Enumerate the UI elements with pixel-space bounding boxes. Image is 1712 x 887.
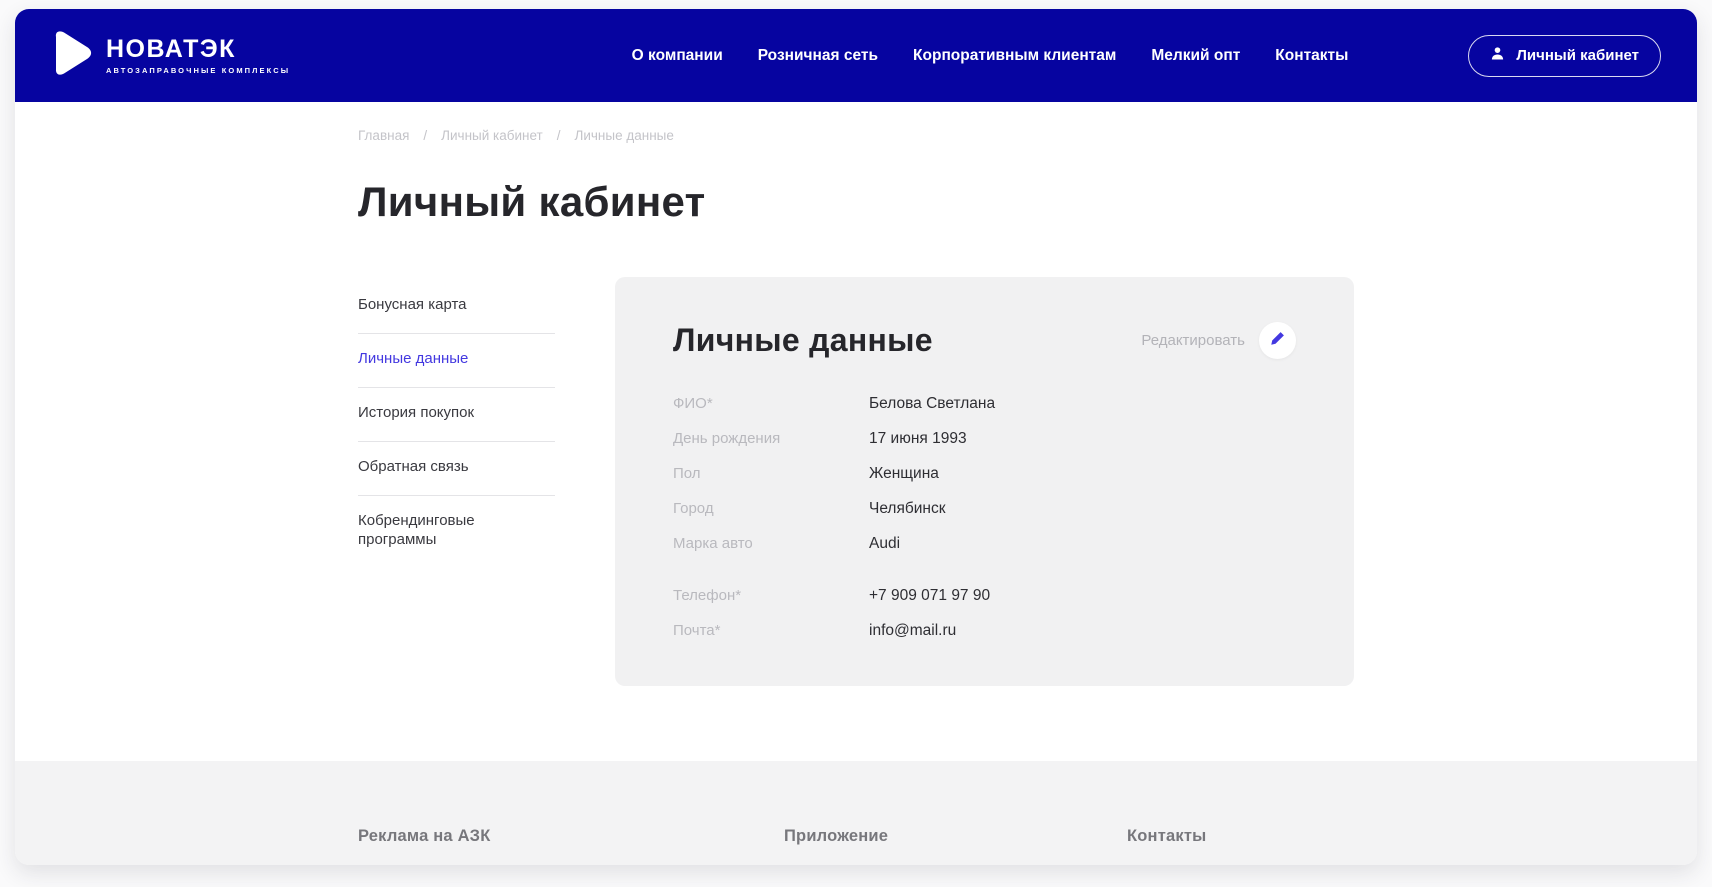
page-title: Личный кабинет xyxy=(358,179,1697,225)
novatek-flame-icon xyxy=(49,28,93,83)
footer-heading: Реклама на АЗК xyxy=(358,827,509,846)
main-content: Главная / Личный кабинет / Личные данные… xyxy=(15,102,1697,761)
main-nav: О компании Розничная сеть Корпоративным … xyxy=(632,47,1349,65)
sidebar-item-purchase-history[interactable]: История покупок xyxy=(358,388,555,442)
breadcrumb-account[interactable]: Личный кабинет xyxy=(441,128,543,143)
field-row-phone: Телефон* +7 909 071 97 90 xyxy=(673,578,1296,613)
field-value: Женщина xyxy=(869,465,939,483)
logo[interactable]: НОВАТЭК АВТОЗАПРАВОЧНЫЕ КОМПЛЕКСЫ xyxy=(49,28,290,83)
logo-title: НОВАТЭК xyxy=(106,37,290,62)
footer-col-contacts: Контакты 8 800 200 12 00 xyxy=(1127,827,1351,865)
breadcrumb-separator: / xyxy=(423,128,427,143)
nav-item-about[interactable]: О компании xyxy=(632,47,723,65)
account-button-label: Личный кабинет xyxy=(1516,47,1639,64)
nav-item-corporate-clients[interactable]: Корпоративным клиентам xyxy=(913,47,1116,65)
field-value: info@mail.ru xyxy=(869,622,956,640)
breadcrumb-current: Личные данные xyxy=(575,128,674,143)
field-row-fio: ФИО* Белова Светлана xyxy=(673,386,1296,421)
footer-col-advertising: Реклама на АЗК Челябинская область xyxy=(358,827,509,865)
field-value: Челябинск xyxy=(869,500,946,518)
fields-group-gap xyxy=(673,561,1296,578)
field-label: Телефон* xyxy=(673,587,869,604)
field-label: Почта* xyxy=(673,622,869,639)
logo-subtitle: АВТОЗАПРАВОЧНЫЕ КОМПЛЕКСЫ xyxy=(106,66,290,75)
pencil-icon xyxy=(1270,331,1285,351)
field-label: ФИО* xyxy=(673,395,869,412)
breadcrumb-home[interactable]: Главная xyxy=(358,128,409,143)
footer-heading: Контакты xyxy=(1127,827,1351,846)
content-row: Бонусная карта Личные данные История пок… xyxy=(358,277,1697,686)
edit-control[interactable]: Редактировать xyxy=(1141,322,1296,359)
breadcrumb: Главная / Личный кабинет / Личные данные xyxy=(358,128,1697,143)
footer-heading: Приложение xyxy=(784,827,947,846)
field-value: Белова Светлана xyxy=(869,395,995,413)
sidebar-item-feedback[interactable]: Обратная связь xyxy=(358,442,555,496)
nav-item-small-wholesale[interactable]: Мелкий опт xyxy=(1151,47,1240,65)
field-label: Город xyxy=(673,500,869,517)
field-label: Марка авто xyxy=(673,535,869,552)
sidebar-item-cobranding-programs[interactable]: Кобрендинговые программы xyxy=(358,496,555,568)
footer: Реклама на АЗК Челябинская область Прило… xyxy=(15,761,1697,865)
field-row-birthday: День рождения 17 июня 1993 xyxy=(673,421,1296,456)
edit-button[interactable] xyxy=(1259,322,1296,359)
top-navbar: НОВАТЭК АВТОЗАПРАВОЧНЫЕ КОМПЛЕКСЫ О комп… xyxy=(15,9,1697,102)
field-row-gender: Пол Женщина xyxy=(673,456,1296,491)
field-label: День рождения xyxy=(673,430,869,447)
field-row-car-brand: Марка авто Audi xyxy=(673,526,1296,561)
field-label: Пол xyxy=(673,465,869,482)
card-title: Личные данные xyxy=(673,322,933,359)
sidebar-item-bonus-card[interactable]: Бонусная карта xyxy=(358,295,555,334)
nav-item-contacts[interactable]: Контакты xyxy=(1275,47,1348,65)
sidebar-item-personal-data[interactable]: Личные данные xyxy=(358,334,555,388)
field-row-city: Город Челябинск xyxy=(673,491,1296,526)
personal-data-card: Личные данные Редактировать xyxy=(615,277,1354,686)
fields-list: ФИО* Белова Светлана День рождения 17 ию… xyxy=(673,386,1296,648)
field-value: +7 909 071 97 90 xyxy=(869,587,990,605)
user-icon xyxy=(1490,46,1505,65)
nav-item-retail-network[interactable]: Розничная сеть xyxy=(758,47,878,65)
account-button[interactable]: Личный кабинет xyxy=(1468,35,1661,77)
breadcrumb-separator: / xyxy=(557,128,561,143)
footer-col-app: Приложение Скачивайте мобильное xyxy=(784,827,947,865)
edit-label[interactable]: Редактировать xyxy=(1141,332,1245,349)
field-value: Audi xyxy=(869,535,900,553)
field-row-email: Почта* info@mail.ru xyxy=(673,613,1296,648)
account-sidebar: Бонусная карта Личные данные История пок… xyxy=(358,277,555,568)
browser-window: НОВАТЭК АВТОЗАПРАВОЧНЫЕ КОМПЛЕКСЫ О комп… xyxy=(15,9,1697,865)
field-value: 17 июня 1993 xyxy=(869,430,967,448)
